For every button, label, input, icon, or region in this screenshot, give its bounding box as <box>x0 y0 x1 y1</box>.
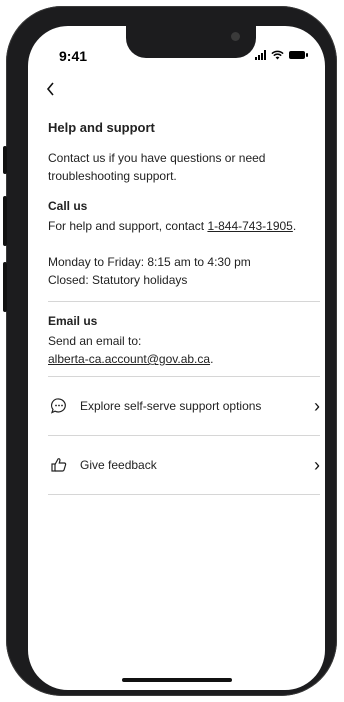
help-content: Help and support Contact us if you have … <box>48 120 320 495</box>
self-serve-support-link[interactable]: Explore self-serve support options › <box>48 377 320 435</box>
chevron-left-icon <box>46 82 54 96</box>
call-text-after: . <box>292 219 297 233</box>
intro-text: Contact us if you have questions or need… <box>48 151 266 183</box>
email-line: alberta-ca.account@gov.ab.ca. <box>48 350 320 368</box>
signal-icon <box>255 50 266 60</box>
email-heading: Email us <box>48 314 98 328</box>
phone-link[interactable]: 1-844-743-1905 <box>207 219 292 233</box>
email-text: Send an email to: <box>48 334 142 348</box>
hours-weekday: Monday to Friday: 8:15 am to 4:30 pm <box>48 255 251 269</box>
wifi-icon <box>271 50 284 60</box>
call-text: For help and support, contact 1-844-743-… <box>48 217 320 235</box>
status-time: 9:41 <box>59 48 88 64</box>
home-indicator[interactable] <box>122 678 232 682</box>
thumbs-up-icon <box>48 454 70 476</box>
phone-frame: 9:41 Help and support Contact us if you … <box>3 6 337 696</box>
call-heading: Call us <box>48 199 88 213</box>
give-feedback-label: Give feedback <box>80 458 157 472</box>
divider <box>48 494 320 495</box>
page-title: Help and support <box>48 120 155 135</box>
divider <box>48 301 320 302</box>
self-serve-support-label: Explore self-serve support options <box>80 399 262 413</box>
chat-bubble-icon <box>48 395 70 417</box>
volume-up-button <box>3 196 7 246</box>
volume-down-button <box>3 262 7 312</box>
chevron-right-icon: › <box>314 454 320 475</box>
mute-switch <box>3 146 7 174</box>
hours-closed: Closed: Statutory holidays <box>48 273 188 287</box>
camera-dot <box>231 32 240 41</box>
email-link[interactable]: alberta-ca.account@gov.ab.ca <box>48 352 210 366</box>
back-button[interactable] <box>46 80 56 100</box>
screen: 9:41 Help and support Contact us if you … <box>28 26 325 690</box>
notch <box>126 26 256 58</box>
give-feedback-link[interactable]: Give feedback › <box>48 436 320 494</box>
status-icons <box>255 50 308 60</box>
email-text-after: . <box>210 352 214 366</box>
call-text-before: For help and support, contact <box>48 219 208 233</box>
battery-icon <box>289 51 308 59</box>
chevron-right-icon: › <box>314 395 320 416</box>
